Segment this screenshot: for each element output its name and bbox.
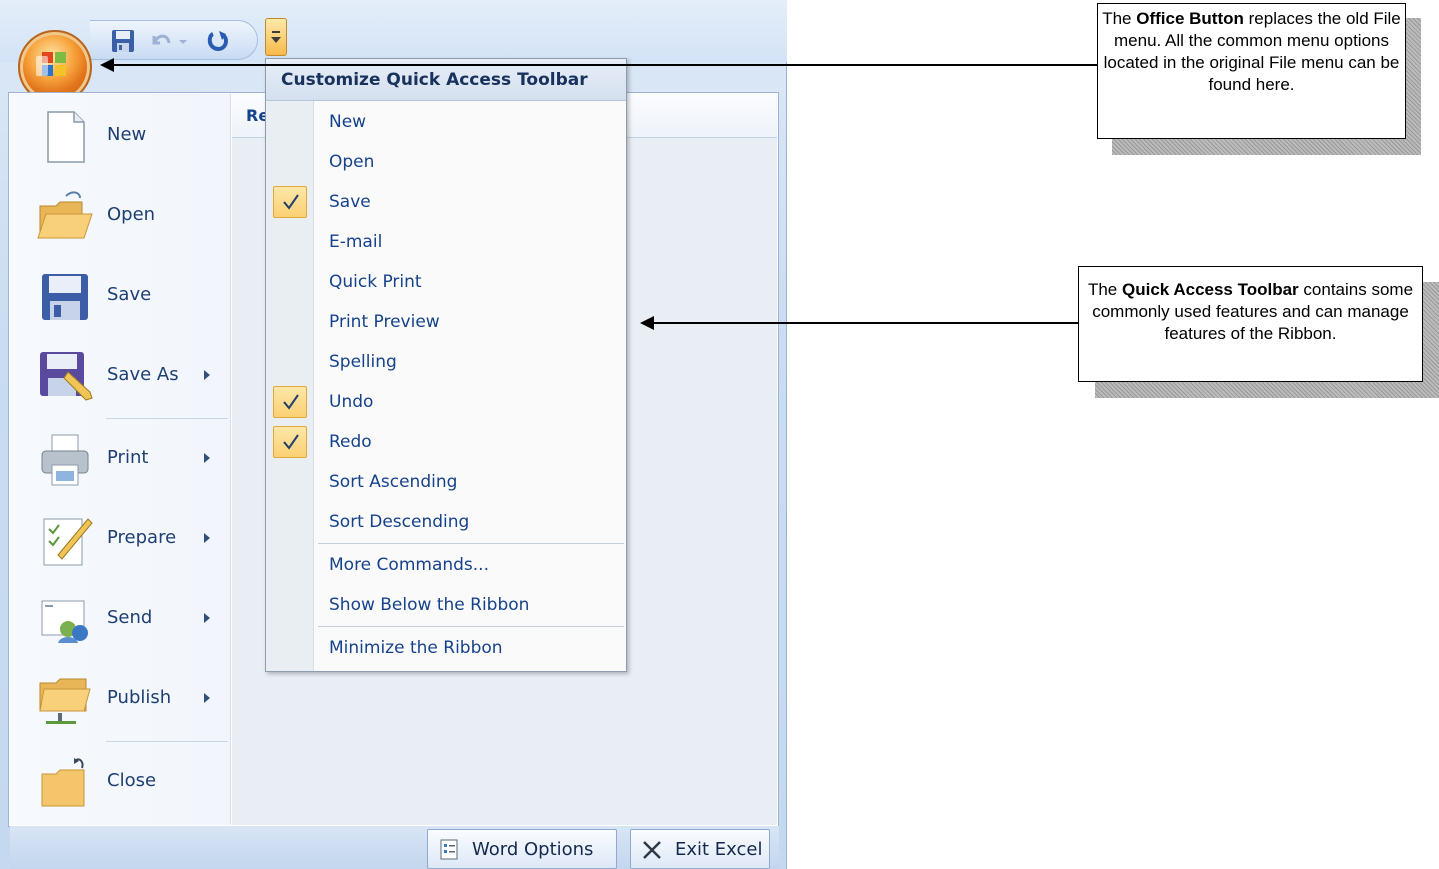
menu-item-label: Save As [107, 364, 179, 385]
qat-menu-item-sort-ascending[interactable]: Sort Ascending [266, 462, 626, 502]
menu-item-prepare[interactable]: Prepare [30, 505, 228, 575]
submenu-arrow-icon [204, 453, 210, 463]
save-as-icon [40, 352, 93, 401]
menu-item-label: Prepare [107, 527, 177, 548]
qat-menu-item-print-preview[interactable]: Print Preview [266, 302, 626, 342]
callout-bold-text: Office Button [1136, 9, 1244, 28]
submenu-arrow-icon [204, 370, 210, 380]
qat-menu-item-redo[interactable]: Redo [266, 422, 626, 462]
checked-indicator [273, 426, 307, 458]
open-folder-icon [37, 191, 93, 239]
word-options-label: Word Options [472, 839, 594, 860]
qat-menu-item-label: Undo [329, 392, 374, 412]
menu-item-open[interactable]: Open [30, 182, 228, 252]
qat-menu-item-minimize-ribbon[interactable]: Minimize the Ribbon [266, 628, 626, 668]
menu-item-print[interactable]: Print [30, 425, 228, 495]
menu-item-label: New [107, 124, 147, 145]
close-folder-icon [41, 758, 85, 807]
qat-menu-item-label: Spelling [329, 352, 397, 372]
qat-menu-item-label: Print Preview [329, 312, 440, 332]
menu-item-label: Send [107, 607, 153, 628]
arrow-head-icon [640, 316, 654, 330]
submenu-arrow-icon [204, 693, 210, 703]
qat-menu-item-email[interactable]: E-mail [266, 222, 626, 262]
menu-item-label: Close [107, 770, 157, 791]
menu-separator [106, 741, 228, 742]
qat-menu-item-label: Minimize the Ribbon [329, 638, 503, 658]
qat-menu-item-label: E-mail [329, 232, 383, 252]
publish-icon [39, 678, 91, 724]
menu-item-label: Open [107, 204, 156, 225]
customize-qat-menu-title: Customize Quick Access Toolbar [281, 70, 588, 90]
qat-menu-item-label: Sort Descending [329, 512, 470, 532]
menu-item-new[interactable]: New [30, 102, 228, 172]
checked-indicator [273, 386, 307, 418]
prepare-icon [43, 518, 93, 566]
redo-icon[interactable] [205, 28, 231, 54]
menu-item-label: Publish [107, 687, 172, 708]
undo-icon[interactable] [148, 28, 174, 54]
arrow-head-icon [100, 58, 114, 72]
qat-menu-item-undo[interactable]: Undo [266, 382, 626, 422]
qat-menu-item-label: Sort Ascending [329, 472, 458, 492]
checkmark-icon [283, 194, 299, 210]
menu-item-label: Print [107, 447, 149, 468]
qat-menu-item-label: More Commands... [329, 555, 489, 575]
callout-bold-text: Quick Access Toolbar [1122, 280, 1299, 299]
exit-excel-label: Exit Excel [675, 839, 763, 860]
submenu-arrow-icon [204, 533, 210, 543]
options-icon [440, 839, 458, 860]
menu-separator [318, 626, 624, 627]
qat-menu-item-label: Open [329, 152, 375, 172]
qat-menu-item-label: Redo [329, 432, 372, 452]
menu-separator [106, 418, 228, 419]
callout-text: The [1087, 280, 1122, 299]
qat-menu-item-sort-descending[interactable]: Sort Descending [266, 502, 626, 542]
qat-menu-item-label: Show Below the Ribbon [329, 595, 530, 615]
close-icon [643, 841, 661, 859]
printer-icon [41, 434, 89, 486]
qat-menu-item-label: New [329, 112, 367, 132]
qat-menu-item-more-commands[interactable]: More Commands... [266, 545, 626, 585]
checkmark-icon [283, 394, 299, 410]
menu-item-save-as[interactable]: Save As [30, 342, 228, 412]
office-callout-arrow-line [114, 64, 1098, 66]
checked-indicator [273, 186, 307, 218]
qat-callout-arrow-line [654, 322, 1079, 324]
customize-qat-button[interactable] [265, 18, 287, 56]
qat-menu-item-quick-print[interactable]: Quick Print [266, 262, 626, 302]
qat-menu-item-label: Save [329, 192, 371, 212]
submenu-arrow-icon [204, 613, 210, 623]
qat-menu-item-open[interactable]: Open [266, 142, 626, 182]
menu-item-save[interactable]: Save [30, 262, 228, 332]
word-options-button[interactable]: Word Options [427, 829, 617, 869]
undo-dropdown-icon[interactable] [178, 28, 188, 54]
menu-item-close[interactable]: Close [30, 748, 228, 818]
save-icon[interactable] [110, 28, 136, 54]
qat-menu-item-save[interactable]: Save [266, 182, 626, 222]
office-button-callout: The Office Button replaces the old File … [1097, 3, 1406, 139]
exit-excel-button[interactable]: Exit Excel [630, 829, 770, 869]
menu-item-label: Save [107, 284, 152, 305]
menu-separator [318, 543, 624, 544]
qat-callout: The Quick Access Toolbar contains some c… [1078, 266, 1423, 382]
checkmark-icon [283, 434, 299, 450]
send-icon [41, 600, 88, 643]
qat-menu-item-new[interactable]: New [266, 102, 626, 142]
new-document-icon [47, 111, 85, 163]
callout-text: The [1102, 9, 1137, 28]
menu-item-send[interactable]: Send [30, 585, 228, 655]
qat-menu-item-label: Quick Print [329, 272, 422, 292]
menu-item-publish[interactable]: Publish [30, 665, 228, 735]
qat-menu-item-show-below-ribbon[interactable]: Show Below the Ribbon [266, 585, 626, 625]
save-disk-icon [42, 274, 88, 320]
chevron-down-icon [271, 31, 281, 43]
qat-menu-item-spelling[interactable]: Spelling [266, 342, 626, 382]
